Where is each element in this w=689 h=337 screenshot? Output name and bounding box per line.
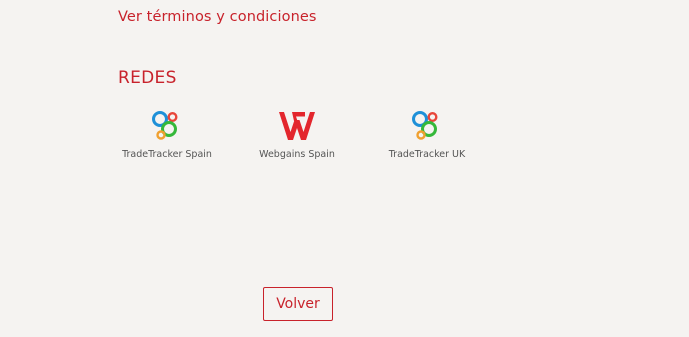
network-name: TradeTracker Spain bbox=[122, 149, 212, 160]
tradetracker-logo-icon bbox=[152, 111, 178, 140]
tradetracker-logo-icon bbox=[412, 111, 438, 140]
network-tradetracker-spain[interactable]: TradeTracker Spain bbox=[109, 108, 225, 160]
network-tradetracker-uk[interactable]: TradeTracker UK bbox=[369, 108, 485, 160]
network-webgains-spain[interactable]: Webgains Spain bbox=[239, 108, 355, 160]
networks-section-title: REDES bbox=[118, 68, 177, 88]
network-name: Webgains Spain bbox=[259, 149, 335, 160]
webgains-logo-icon bbox=[279, 112, 315, 140]
back-button[interactable]: Volver bbox=[263, 287, 333, 321]
terms-and-conditions-link[interactable]: Ver términos y condiciones bbox=[118, 9, 317, 25]
network-name: TradeTracker UK bbox=[388, 149, 466, 160]
